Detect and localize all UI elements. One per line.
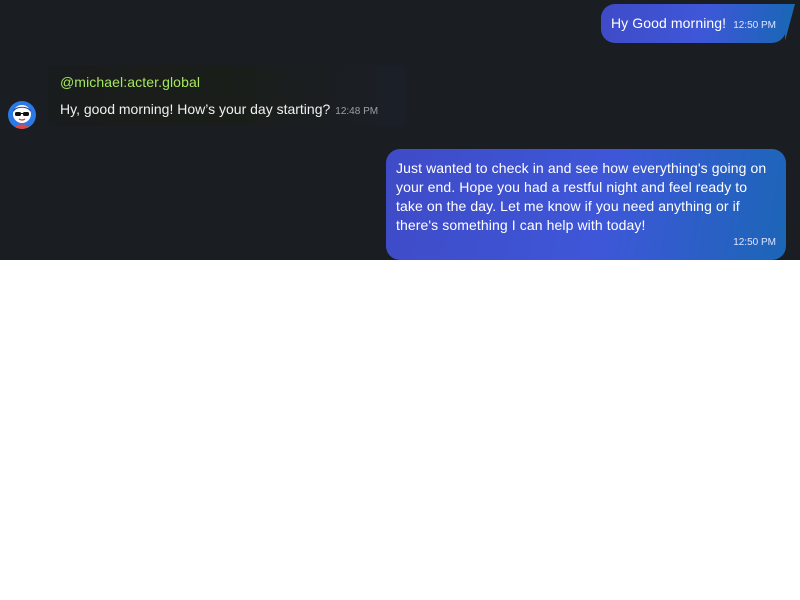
avatar[interactable] [8,101,36,129]
message-timestamp: 12:48 PM [335,106,379,117]
outgoing-message-bubble[interactable]: Hy Good morning! 12:50 PM [600,4,795,43]
chat-timeline: Hy Good morning! 12:50 PM @michael:acter… [0,0,800,260]
incoming-message-row: Hy, good morning! How’s your day startin… [60,101,378,117]
message-text: Just wanted to check in and see how ever… [396,160,767,233]
bubble-tail [785,4,795,41]
sender-name[interactable]: @michael:acter.global [60,74,200,90]
outgoing-message-bubble[interactable]: Just wanted to check in and see how ever… [386,149,786,260]
message-text: Hy, good morning! How’s your day startin… [60,101,331,117]
message-timestamp: 12:50 PM [733,19,776,31]
message-text: Hy Good morning! [610,15,727,31]
message-timestamp: 12:50 PM [733,237,776,248]
avatar-sunglasses-icon [13,105,31,129]
incoming-message-bubble[interactable]: @michael:acter.global Hy, good morning! … [48,65,406,126]
